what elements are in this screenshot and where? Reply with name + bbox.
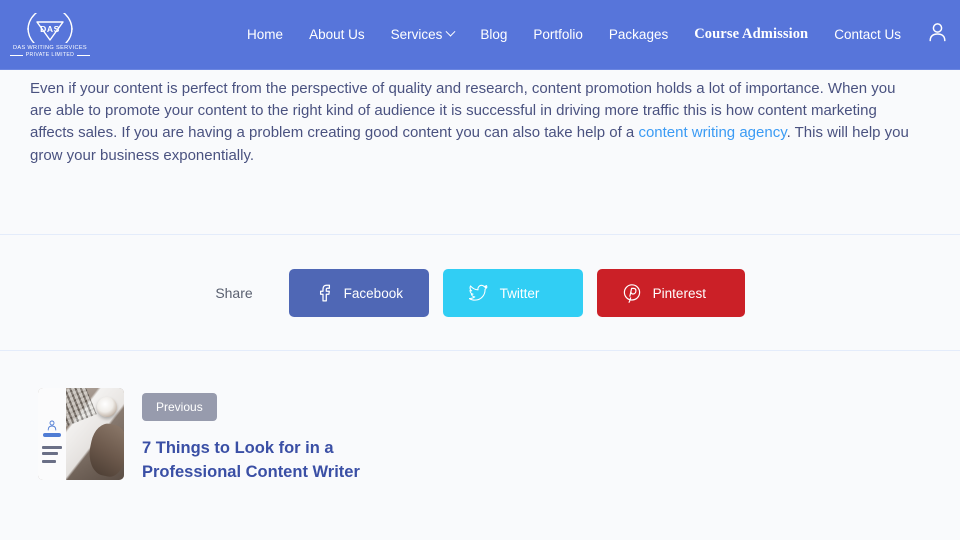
- thumbnail-coffee-cup: [97, 397, 117, 417]
- thumbnail-overlay-line: [42, 452, 58, 455]
- section-divider-bottom: [0, 350, 960, 351]
- section-divider-top: [0, 234, 960, 235]
- nav-label: Packages: [608, 26, 669, 42]
- thumbnail-overlay-bar: [43, 433, 61, 437]
- previous-post-navigation: Previous 7 Things to Look for in a Profe…: [38, 388, 432, 484]
- pinterest-icon: [623, 283, 641, 303]
- chevron-down-icon: [445, 26, 456, 37]
- nav-item-services[interactable]: Services: [378, 26, 468, 42]
- svg-text:DAS: DAS: [40, 24, 60, 34]
- nav-item-course-admission[interactable]: Course Admission: [681, 27, 821, 42]
- nav-item-contact-us[interactable]: Contact Us: [821, 28, 914, 42]
- thumbnail-overlay-icon: [47, 418, 57, 431]
- logo-divider-rule: PRIVATE LIMITED: [9, 52, 91, 59]
- article-paragraph: Even if your content is perfect from the…: [30, 78, 910, 167]
- share-button-label: Pinterest: [652, 285, 706, 301]
- nav-item-about-us[interactable]: About Us: [296, 28, 378, 42]
- account-button[interactable]: [914, 0, 960, 70]
- nav-label: Contact Us: [834, 26, 901, 42]
- thumbnail-overlay-line: [42, 446, 62, 449]
- share-label: Share: [215, 285, 253, 301]
- content-writing-agency-link[interactable]: content writing agency: [638, 124, 786, 141]
- share-button-label: Facebook: [343, 285, 403, 301]
- user-account-icon: [928, 22, 947, 47]
- share-facebook-button[interactable]: Facebook: [288, 269, 429, 317]
- share-pinterest-button[interactable]: Pinterest: [596, 269, 745, 317]
- nav-label: About Us: [309, 26, 365, 42]
- previous-post-title-link[interactable]: 7 Things to Look for in a Professional C…: [142, 436, 432, 484]
- main-navigation: Home About Us Services Blog Portfolio Pa…: [234, 0, 960, 70]
- share-button-label: Twitter: [499, 285, 540, 301]
- previous-post-thumbnail[interactable]: [38, 388, 124, 480]
- twitter-icon: [468, 284, 488, 302]
- nav-label: Services: [390, 26, 443, 42]
- logo-company-line-1: DAS WRITING SERVICES: [12, 44, 88, 51]
- thumbnail-overlay-line: [42, 460, 56, 463]
- nav-label: Home: [247, 26, 284, 42]
- previous-badge[interactable]: Previous: [142, 393, 217, 421]
- logo-company-line-2: PRIVATE LIMITED: [25, 52, 75, 59]
- previous-post-meta: Previous 7 Things to Look for in a Profe…: [142, 388, 432, 484]
- facebook-icon: [315, 284, 332, 302]
- site-header: DAS DAS WRITING SERVICES PRIVATE LIMITED…: [0, 0, 960, 70]
- nav-label: Course Admission: [694, 26, 809, 43]
- share-section: Share Facebook Twitter Pinterest: [0, 269, 960, 317]
- share-twitter-button[interactable]: Twitter: [442, 269, 583, 317]
- nav-item-home[interactable]: Home: [234, 28, 296, 42]
- nav-item-portfolio[interactable]: Portfolio: [520, 28, 596, 42]
- nav-label: Blog: [480, 26, 508, 42]
- site-logo[interactable]: DAS DAS WRITING SERVICES PRIVATE LIMITED: [0, 0, 100, 70]
- nav-label: Portfolio: [533, 26, 583, 42]
- das-logo-icon: DAS: [22, 12, 78, 43]
- nav-item-packages[interactable]: Packages: [596, 28, 681, 42]
- nav-item-blog[interactable]: Blog: [467, 28, 520, 42]
